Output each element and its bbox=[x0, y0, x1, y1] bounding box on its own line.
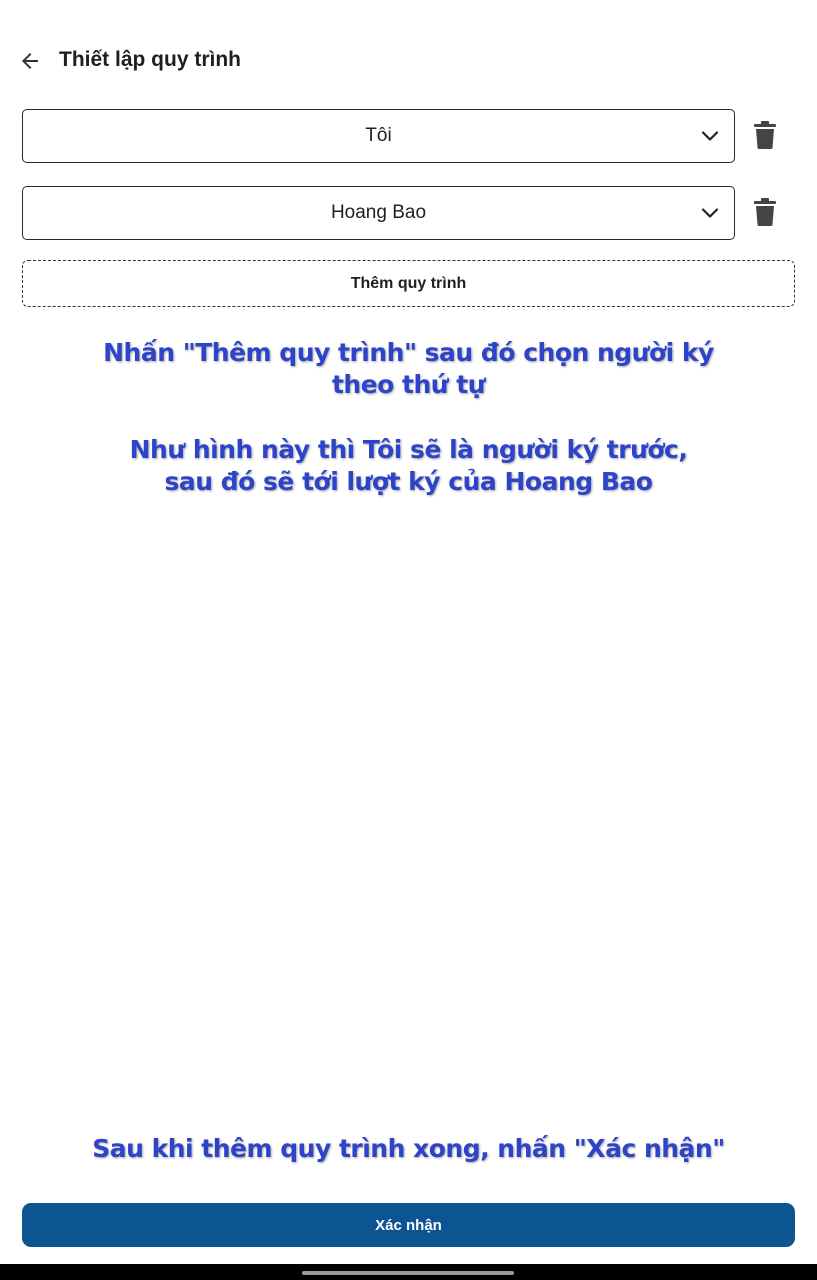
app-header: Thiết lập quy trình bbox=[0, 36, 817, 86]
back-button[interactable] bbox=[14, 45, 46, 77]
step-row: Hoang Bao bbox=[22, 186, 797, 240]
instruction-text: sau đó sẽ tới lượt ký của Hoang Bao bbox=[164, 467, 653, 496]
signer-select-value: Tôi bbox=[365, 125, 392, 146]
confirm-button[interactable]: Xác nhận bbox=[22, 1203, 795, 1247]
chevron-down-icon bbox=[701, 208, 719, 218]
add-step-button[interactable]: Thêm quy trình bbox=[22, 260, 795, 307]
trash-icon[interactable] bbox=[753, 121, 777, 149]
step-row: Tôi bbox=[22, 109, 797, 163]
home-indicator[interactable] bbox=[302, 1271, 514, 1275]
page-title: Thiết lập quy trình bbox=[59, 48, 241, 71]
instruction-text: Như hình này thì Tôi sẽ là người ký trướ… bbox=[129, 435, 688, 464]
signer-select[interactable]: Hoang Bao bbox=[22, 186, 735, 240]
instruction-text: Nhấn "Thêm quy trình" sau đó chọn người … bbox=[103, 338, 714, 367]
chevron-down-icon bbox=[701, 131, 719, 141]
arrow-left-icon bbox=[22, 53, 38, 69]
trash-icon[interactable] bbox=[753, 198, 777, 226]
signer-select-value: Hoang Bao bbox=[330, 202, 427, 223]
signer-select[interactable]: Tôi bbox=[22, 109, 735, 163]
instruction-text: Sau khi thêm quy trình xong, nhấn "Xác n… bbox=[92, 1134, 725, 1163]
system-nav-bar bbox=[0, 1264, 817, 1280]
instruction-text: theo thứ tự bbox=[331, 370, 486, 399]
